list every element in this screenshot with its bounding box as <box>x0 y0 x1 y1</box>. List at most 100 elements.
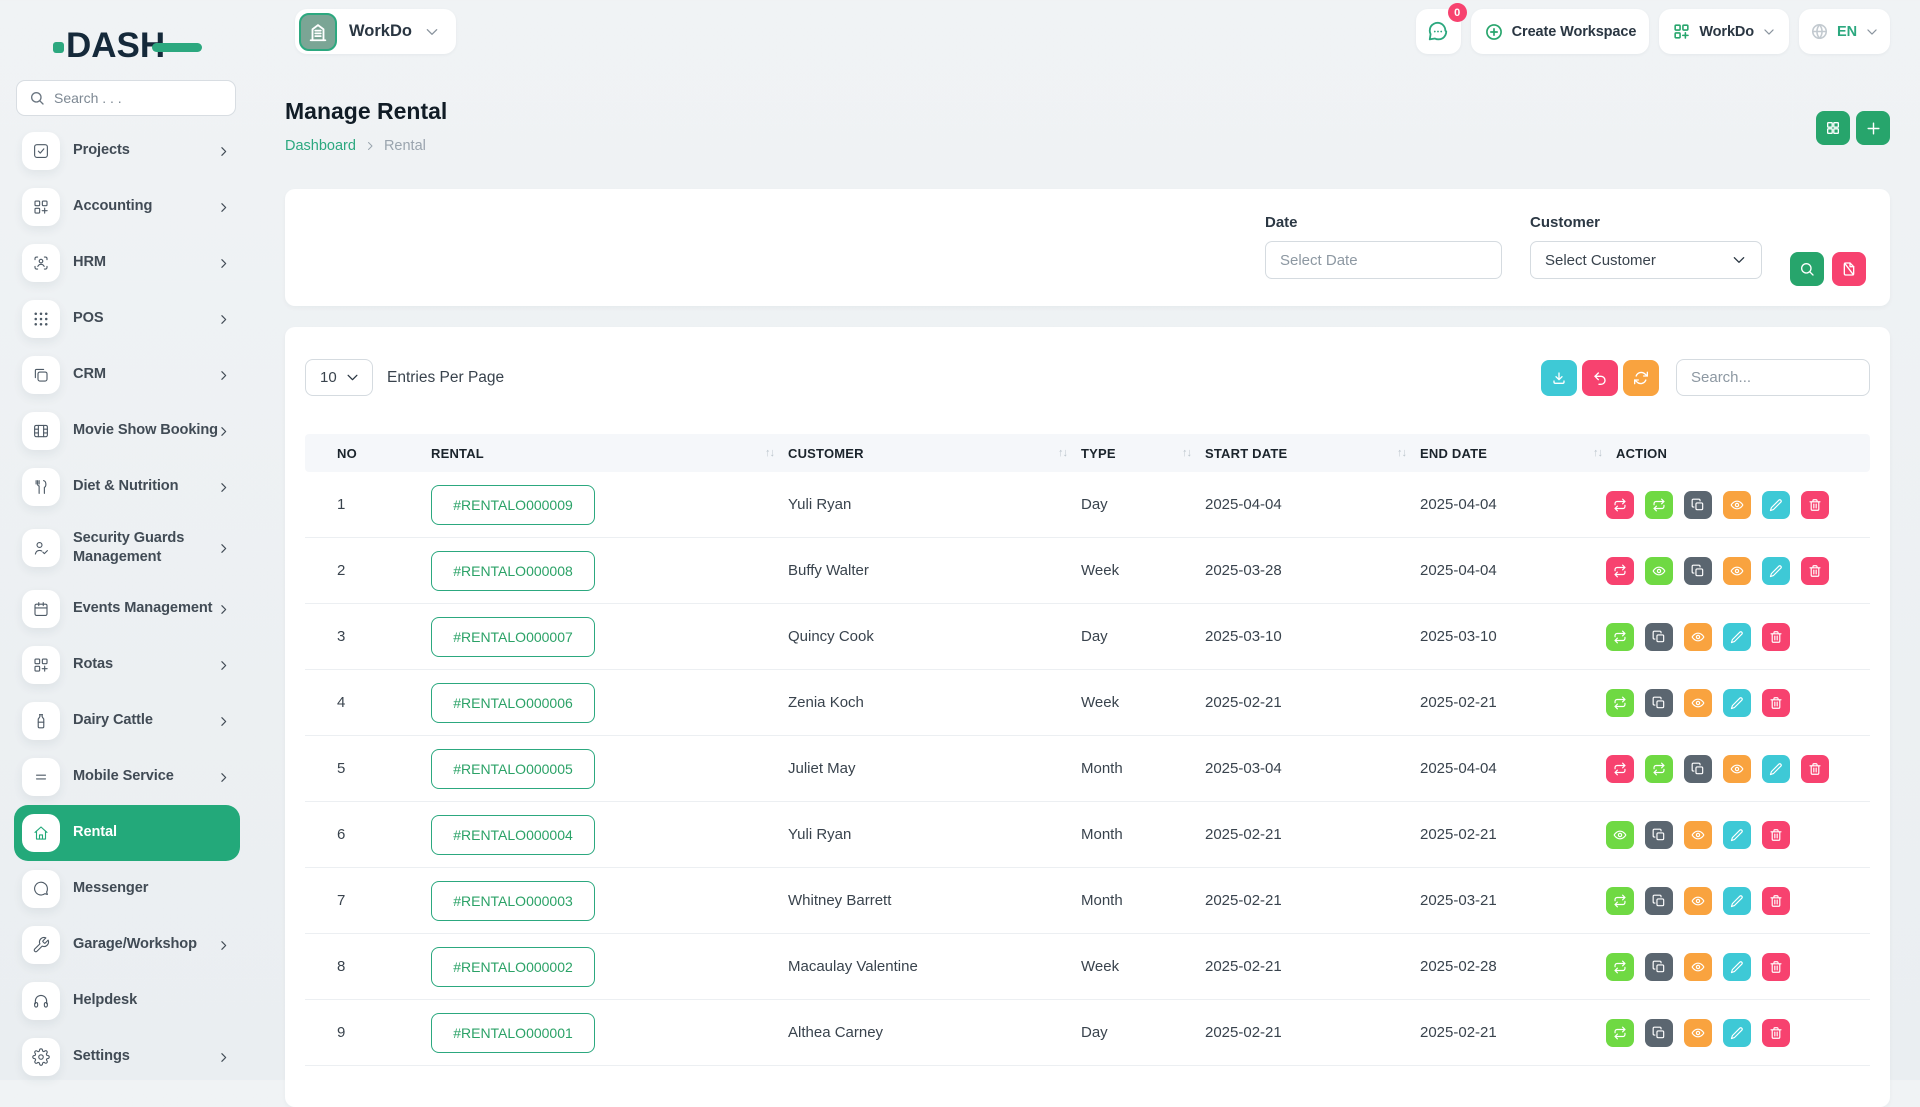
view-button[interactable] <box>1723 491 1751 519</box>
clear-filter-button[interactable] <box>1832 252 1866 286</box>
breadcrumb-dashboard-link[interactable]: Dashboard <box>285 138 356 154</box>
sidebar-item-hrm[interactable]: HRM <box>14 235 240 291</box>
rental-code-link[interactable]: #RENTALO000005 <box>431 749 595 789</box>
delete-button[interactable] <box>1801 755 1829 783</box>
column-header-customer[interactable]: CUSTOMER↑↓ <box>788 446 1081 461</box>
export-button[interactable] <box>1541 360 1577 396</box>
view-button[interactable] <box>1684 689 1712 717</box>
rental-code-link[interactable]: #RENTALO000004 <box>431 815 595 855</box>
table-search-input[interactable]: Search... <box>1676 359 1870 396</box>
convert-button[interactable] <box>1606 557 1634 585</box>
convert-button[interactable] <box>1645 755 1673 783</box>
view-button[interactable] <box>1684 953 1712 981</box>
edit-button[interactable] <box>1762 491 1790 519</box>
rental-code-link[interactable]: #RENTALO000008 <box>431 551 595 591</box>
duplicate-button[interactable] <box>1684 755 1712 783</box>
edit-button[interactable] <box>1723 623 1751 651</box>
refresh-button[interactable] <box>1623 360 1659 396</box>
sidebar-item-security-guards-management[interactable]: Security Guards Management <box>14 515 240 581</box>
sidebar-item-rental[interactable]: Rental <box>14 805 240 861</box>
convert-button[interactable] <box>1606 953 1634 981</box>
delete-button[interactable] <box>1762 689 1790 717</box>
rental-code-link[interactable]: #RENTALO000001 <box>431 1013 595 1053</box>
view-button[interactable] <box>1684 623 1712 651</box>
column-header-end-date[interactable]: END DATE↑↓ <box>1420 446 1616 461</box>
reset-button[interactable] <box>1582 360 1618 396</box>
column-header-rental[interactable]: RENTAL↑↓ <box>431 446 788 461</box>
edit-button[interactable] <box>1723 953 1751 981</box>
language-dropdown[interactable]: EN <box>1799 9 1890 54</box>
view-button[interactable] <box>1723 755 1751 783</box>
convert-button[interactable] <box>1606 1019 1634 1047</box>
add-rental-button[interactable] <box>1856 111 1890 145</box>
edit-button[interactable] <box>1723 689 1751 717</box>
sidebar-item-garage-workshop[interactable]: Garage/Workshop <box>14 917 240 973</box>
rental-code-link[interactable]: #RENTALO000006 <box>431 683 595 723</box>
sidebar-item-pos[interactable]: POS <box>14 291 240 347</box>
duplicate-button[interactable] <box>1645 1019 1673 1047</box>
delete-button[interactable] <box>1762 887 1790 915</box>
delete-button[interactable] <box>1762 821 1790 849</box>
delete-button[interactable] <box>1762 623 1790 651</box>
duplicate-button[interactable] <box>1645 887 1673 915</box>
convert-button[interactable] <box>1606 689 1634 717</box>
apply-filter-button[interactable] <box>1790 252 1824 286</box>
convert-button[interactable] <box>1645 491 1673 519</box>
create-workspace-button[interactable]: Create Workspace <box>1471 9 1650 54</box>
delete-button[interactable] <box>1801 491 1829 519</box>
convert-button[interactable] <box>1606 491 1634 519</box>
delete-button[interactable] <box>1762 953 1790 981</box>
edit-button[interactable] <box>1762 755 1790 783</box>
date-filter-input[interactable]: Select Date <box>1265 241 1502 279</box>
entries-per-page-select[interactable]: 10 <box>305 359 373 396</box>
duplicate-button[interactable] <box>1684 557 1712 585</box>
convert-button[interactable] <box>1606 623 1634 651</box>
view-button[interactable] <box>1684 1019 1712 1047</box>
sidebar-item-diet-nutrition[interactable]: Diet & Nutrition <box>14 459 240 515</box>
sidebar-search-input[interactable]: Search . . . <box>16 80 236 116</box>
column-header-start-date[interactable]: START DATE↑↓ <box>1205 446 1420 461</box>
view-button[interactable] <box>1606 821 1634 849</box>
sidebar-item-mobile-service[interactable]: Mobile Service <box>14 749 240 805</box>
view-button[interactable] <box>1723 557 1751 585</box>
sidebar-item-helpdesk[interactable]: Helpdesk <box>14 973 240 1029</box>
rental-code-link[interactable]: #RENTALO000007 <box>431 617 595 657</box>
workspace-dropdown[interactable]: WorkDo <box>1659 9 1789 54</box>
duplicate-button[interactable] <box>1645 623 1673 651</box>
duplicate-button[interactable] <box>1684 491 1712 519</box>
edit-button[interactable] <box>1723 1019 1751 1047</box>
sidebar-item-accounting[interactable]: Accounting <box>14 179 240 235</box>
delete-button[interactable] <box>1762 1019 1790 1047</box>
customer-filter-select[interactable]: Select Customer <box>1530 241 1762 279</box>
sidebar-item-rotas[interactable]: Rotas <box>14 637 240 693</box>
sidebar-item-crm[interactable]: CRM <box>14 347 240 403</box>
duplicate-button[interactable] <box>1645 821 1673 849</box>
view-button[interactable] <box>1645 557 1673 585</box>
rental-code-link[interactable]: #RENTALO000002 <box>431 947 595 987</box>
sidebar-item-movie-show-booking[interactable]: Movie Show Booking <box>14 403 240 459</box>
sidebar-item-projects[interactable]: Projects <box>14 123 240 179</box>
workspace-switcher[interactable]: WorkDo <box>295 9 456 54</box>
convert-button[interactable] <box>1606 887 1634 915</box>
main-area: WorkDo 0 Create Workspace WorkDo EN <box>252 0 1920 1080</box>
grid-view-button[interactable] <box>1816 111 1850 145</box>
column-header-type[interactable]: TYPE↑↓ <box>1081 446 1205 461</box>
rental-code-link[interactable]: #RENTALO000003 <box>431 881 595 921</box>
rental-code-link[interactable]: #RENTALO000009 <box>431 485 595 525</box>
duplicate-button[interactable] <box>1645 689 1673 717</box>
edit-button[interactable] <box>1762 557 1790 585</box>
view-button[interactable] <box>1684 887 1712 915</box>
edit-button[interactable] <box>1723 887 1751 915</box>
sidebar-item-messenger[interactable]: Messenger <box>14 861 240 917</box>
delete-button[interactable] <box>1801 557 1829 585</box>
sidebar-item-settings[interactable]: Settings <box>14 1029 240 1085</box>
view-button[interactable] <box>1684 821 1712 849</box>
duplicate-button[interactable] <box>1645 953 1673 981</box>
breadcrumb-current: Rental <box>384 138 426 154</box>
edit-button[interactable] <box>1723 821 1751 849</box>
sidebar-item-dairy-cattle[interactable]: Dairy Cattle <box>14 693 240 749</box>
messages-button[interactable]: 0 <box>1416 9 1461 54</box>
convert-button[interactable] <box>1606 755 1634 783</box>
headphones-icon <box>22 982 60 1020</box>
sidebar-item-events-management[interactable]: Events Management <box>14 581 240 637</box>
